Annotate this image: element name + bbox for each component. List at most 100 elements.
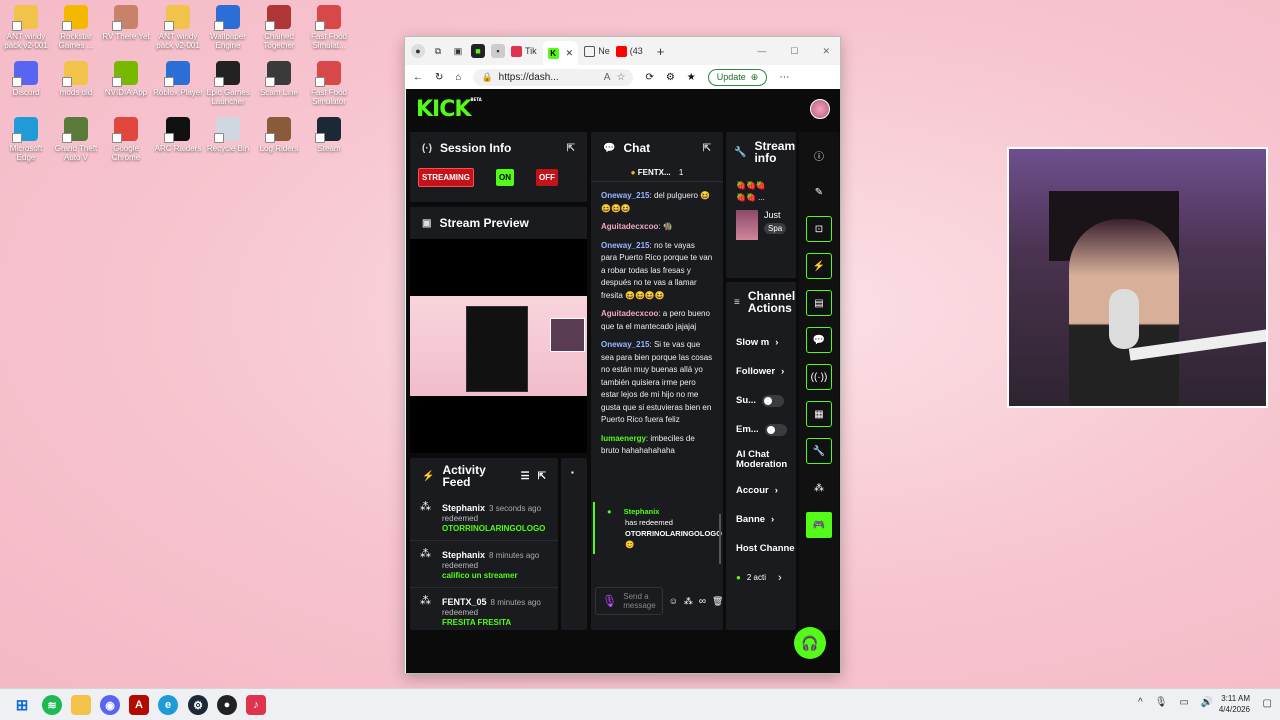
adobe-icon[interactable]: A [129, 695, 149, 715]
desktop-icon[interactable]: ANT windy pack v2-001 [0, 5, 52, 50]
account-row[interactable]: Accour › [736, 476, 796, 505]
host-channel-row[interactable]: Host Channe [736, 534, 796, 563]
emotes-toggle[interactable] [764, 423, 787, 436]
chat-username[interactable]: lumaenergy [601, 434, 646, 443]
on-badge[interactable]: ON [496, 169, 514, 186]
desktop-icon[interactable]: Google Chrome [100, 117, 152, 162]
obs-icon[interactable]: ● [217, 695, 237, 715]
spotify-icon[interactable]: ≋ [42, 695, 62, 715]
ai-moderation-row[interactable]: AI Chat Moderation [736, 444, 796, 476]
desktop-icon[interactable]: RV There Yet [100, 5, 152, 41]
chat-message[interactable]: lumaenergy: imbeciles de bruto hahahahah… [601, 433, 713, 458]
desktop-icon[interactable]: ARC Raiders [152, 117, 204, 153]
chat-message[interactable]: Aguitadecxcoo: a pero bueno que ta el ma… [601, 308, 713, 333]
start-icon[interactable]: ⊞ [12, 695, 32, 715]
mic-tray-icon[interactable]: 🎙 [1155, 697, 1168, 708]
tab-new[interactable]: Ne [584, 45, 610, 57]
activity-item[interactable]: ⁂ Stephanix 3 seconds ago redeemed OTORRINOL… [410, 494, 558, 541]
popout-icon[interactable]: ⇱ [538, 471, 546, 482]
wrench-icon[interactable]: 🔧 [806, 438, 832, 464]
chat-bubble-icon[interactable]: 💬 [806, 327, 832, 353]
refresh-icon[interactable]: ↻ [435, 72, 443, 83]
active-row[interactable]: ● 2 acti › [736, 563, 796, 592]
popout-icon[interactable]: ⇱ [703, 143, 711, 154]
lightning-icon[interactable]: ⚡ [806, 253, 832, 279]
tab-kick-dark-icon[interactable]: ■ [471, 44, 485, 58]
desktop-icon[interactable]: Fast Food Simulator [303, 61, 355, 106]
home-icon[interactable]: ⌂ [455, 72, 461, 83]
tab-generic-icon[interactable]: ▪ [491, 44, 505, 58]
scenes-icon[interactable]: ▦ [806, 401, 832, 427]
update-button[interactable]: Update ⊕ [707, 68, 768, 86]
desktop-icon[interactable]: Epic Games Launcher [202, 61, 254, 106]
chat-message[interactable]: Oneway_215: no te vayas para Puerto Rico… [601, 240, 713, 303]
mic-icon[interactable]: 🎙 [602, 594, 617, 608]
infinity-icon[interactable]: ∞ [699, 596, 706, 607]
back-icon[interactable]: ← [413, 72, 423, 83]
kick-points-icon[interactable]: ⁂ [806, 475, 832, 501]
desktop-icon[interactable]: Chained Together [253, 5, 305, 50]
read-aloud-icon[interactable]: A [604, 72, 611, 83]
off-badge[interactable]: OFF [536, 169, 558, 186]
game-icon[interactable]: 🎮 [806, 512, 832, 538]
activity-item[interactable]: ⁂ Stephanix 8 minutes ago redeemed califico … [410, 541, 558, 588]
avatar[interactable] [810, 99, 830, 119]
favorites-bar-icon[interactable]: ★ [687, 72, 696, 83]
desktop-icon[interactable]: Recycle Bin [202, 117, 254, 153]
desktop-icon[interactable]: Wallpaper Engine [202, 5, 254, 50]
extensions-icon[interactable]: ⟳ [645, 72, 653, 83]
chat-username[interactable]: Aguitadecxcoo [601, 222, 658, 231]
discord-icon[interactable]: ◉ [100, 695, 120, 715]
webcam-overlay[interactable] [1007, 147, 1268, 408]
kick-points-icon[interactable]: ⁂ [684, 596, 693, 607]
clock[interactable]: 3:11 AM 4/4/2026 [1219, 693, 1250, 715]
chat-message[interactable]: Oneway_215: Si te vas que sea para bien … [601, 339, 713, 427]
notes-icon[interactable]: ▤ [806, 290, 832, 316]
minimize-icon[interactable]: — [757, 46, 766, 56]
trash-icon[interactable]: 🗑 [712, 596, 723, 607]
favorite-icon[interactable]: ☆ [616, 72, 625, 83]
tab-youtube[interactable]: (43 [615, 45, 643, 57]
tab-tiktok[interactable]: Tik [511, 45, 537, 57]
desktop-icon[interactable]: Discord [0, 61, 52, 97]
collapsed-panel[interactable]: ▪ [561, 458, 587, 630]
filter-icon[interactable]: ☰ [521, 471, 530, 482]
tiktok-live-icon[interactable]: ♪ [246, 695, 266, 715]
file-explorer-icon[interactable] [71, 695, 91, 715]
broadcast-icon[interactable]: ((·)) [806, 364, 832, 390]
kick-logo[interactable]: KICKBETA [416, 97, 482, 122]
desktop-icon[interactable]: Log Riders [253, 117, 305, 153]
split-screen-icon[interactable]: ⚙ [666, 72, 675, 83]
followers-row[interactable]: Follower › [736, 357, 796, 386]
chat-input[interactable]: 🎙 Send a message [595, 587, 663, 615]
desktop-icon[interactable]: Microsoft Edge [0, 117, 52, 162]
desktop-icon[interactable]: mods old [50, 61, 102, 97]
close-tab-icon[interactable]: ✕ [566, 48, 574, 59]
chat-message[interactable]: Oneway_215: del pulguero 😆😆😆😆 [601, 190, 713, 215]
pinned-bar[interactable]: ● FENTX... 1 [591, 164, 723, 182]
edge-icon[interactable]: e [158, 695, 178, 715]
steam-icon[interactable]: ⚙ [188, 695, 208, 715]
screenshot-icon[interactable]: ⊡ [806, 216, 832, 242]
chat-scrollbar[interactable] [719, 514, 721, 564]
chat-username[interactable]: Oneway_215 [601, 191, 649, 200]
desktop-icon[interactable]: Scam Line [253, 61, 305, 97]
slow-mode-row[interactable]: Slow m › [736, 328, 796, 357]
new-tab-icon[interactable]: + [657, 44, 665, 59]
chat-username[interactable]: Oneway_215 [601, 340, 649, 349]
chevron-up-icon[interactable]: ^ [1138, 697, 1143, 708]
url-field[interactable]: 🔒 https://dash... A ☆ [473, 68, 634, 86]
desktop-icon[interactable]: Grand Theft Auto V [50, 117, 102, 162]
subs-toggle[interactable] [762, 394, 785, 407]
chat-message[interactable]: Aguitadecxcoo: 🧌 [601, 221, 713, 234]
chat-username[interactable]: Oneway_215 [601, 241, 649, 250]
maximize-icon[interactable]: ☐ [790, 46, 798, 57]
banned-row[interactable]: Banne › [736, 505, 796, 534]
activity-item[interactable]: ⁂ FENTX_05 8 minutes ago redeemed FRESITA FR… [410, 588, 558, 630]
emoji-icon[interactable]: ☺ [669, 596, 678, 606]
workspaces-icon[interactable]: ⧉ [431, 44, 445, 58]
category-thumbnail[interactable] [736, 210, 758, 240]
desktop-icon[interactable]: NVIDIA App [100, 61, 152, 97]
popout-icon[interactable]: ⇱ [567, 143, 575, 154]
desktop-icon[interactable]: Roblox Player [152, 61, 204, 97]
